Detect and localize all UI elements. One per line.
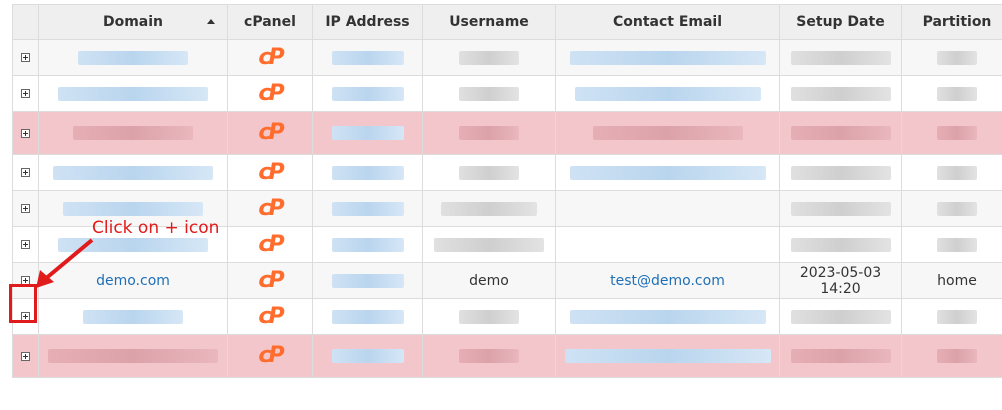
- blurred-partition: [937, 201, 977, 216]
- table-row-suspended: cP: [12, 111, 1002, 155]
- blurred-username: [441, 201, 537, 216]
- annotation-label: Click on + icon: [92, 218, 220, 238]
- blurred-username: [459, 349, 519, 363]
- blurred-setup-date: [790, 309, 891, 324]
- blurred-username: [459, 50, 519, 65]
- cpanel-icon[interactable]: cP: [258, 305, 284, 328]
- annotation-arrow-icon: [36, 238, 94, 288]
- blurred-email: [592, 126, 743, 140]
- blurred-setup-date: [790, 126, 891, 140]
- expand-plus-icon[interactable]: [21, 240, 30, 249]
- blurred-username: [459, 86, 519, 101]
- table-row-suspended: cP: [12, 334, 1002, 378]
- cpanel-icon[interactable]: cP: [258, 161, 284, 184]
- username-cell: demo: [422, 262, 556, 299]
- header-contact-email[interactable]: Contact Email: [555, 4, 780, 40]
- blurred-setup-date: [790, 165, 891, 180]
- expand-plus-icon[interactable]: [21, 89, 30, 98]
- blurred-domain: [73, 126, 193, 140]
- cpanel-icon[interactable]: cP: [258, 82, 284, 105]
- accounts-table: Domain cPanel IP Address Username Contac…: [12, 4, 1002, 378]
- empty-email-cell: [555, 226, 780, 263]
- table-row: cP: [12, 154, 1002, 191]
- contact-email-link[interactable]: test@demo.com: [610, 273, 725, 289]
- blurred-ip: [331, 309, 404, 324]
- blurred-domain: [83, 309, 183, 324]
- cpanel-icon[interactable]: cP: [258, 269, 284, 292]
- blurred-email: [569, 50, 766, 65]
- blurred-setup-date: [790, 349, 891, 363]
- blurred-partition: [937, 165, 977, 180]
- blurred-setup-date: [790, 50, 891, 65]
- blurred-partition: [937, 349, 977, 363]
- header-username[interactable]: Username: [422, 4, 556, 40]
- blurred-ip: [331, 86, 404, 101]
- table-row: cP: [12, 298, 1002, 335]
- blurred-setup-date: [790, 86, 891, 101]
- cpanel-icon[interactable]: cP: [258, 197, 284, 220]
- header-setup-date[interactable]: Setup Date: [779, 4, 902, 40]
- blurred-ip: [331, 126, 404, 140]
- blurred-email: [574, 86, 761, 101]
- blurred-email: [564, 349, 771, 363]
- blurred-domain: [63, 201, 203, 216]
- blurred-ip: [331, 201, 404, 216]
- blurred-email: [569, 309, 766, 324]
- blurred-ip: [331, 237, 404, 252]
- blurred-username: [459, 165, 519, 180]
- blurred-email: [569, 165, 766, 180]
- header-cpanel[interactable]: cPanel: [227, 4, 313, 40]
- header-expand: [12, 4, 39, 40]
- table-header-row: Domain cPanel IP Address Username Contac…: [12, 4, 1002, 40]
- partition-cell: home: [901, 262, 1002, 299]
- blurred-partition: [937, 86, 977, 101]
- blurred-domain: [53, 165, 213, 180]
- blurred-partition: [937, 237, 977, 252]
- blurred-username: [459, 309, 519, 324]
- blurred-partition: [937, 309, 977, 324]
- header-ip-address[interactable]: IP Address: [312, 4, 423, 40]
- setup-date-cell: 2023-05-03 14:20: [779, 262, 902, 299]
- blurred-ip: [331, 273, 404, 288]
- blurred-username: [459, 126, 519, 140]
- sort-ascending-icon[interactable]: [207, 19, 215, 24]
- cpanel-icon[interactable]: cP: [258, 345, 284, 367]
- expand-plus-icon[interactable]: [21, 204, 30, 213]
- blurred-partition: [937, 50, 977, 65]
- expand-plus-icon[interactable]: [21, 168, 30, 177]
- blurred-setup-date: [790, 237, 891, 252]
- blurred-ip: [331, 165, 404, 180]
- blurred-domain: [78, 50, 188, 65]
- expand-plus-icon[interactable]: [21, 351, 30, 361]
- table-row: cP: [12, 39, 1002, 76]
- expand-plus-icon[interactable]: [21, 53, 30, 62]
- annotation-highlight-box: [9, 284, 37, 323]
- header-partition[interactable]: Partition: [901, 4, 1002, 40]
- cpanel-icon[interactable]: cP: [258, 122, 284, 144]
- table-row: cP: [12, 75, 1002, 112]
- blurred-partition: [937, 126, 977, 140]
- table-row-demo: demo.com cP demo test@demo.com 2023-05-0…: [12, 262, 1002, 299]
- blurred-ip: [331, 349, 404, 363]
- blurred-setup-date: [790, 201, 891, 216]
- domain-link[interactable]: demo.com: [96, 273, 170, 289]
- blurred-ip: [331, 50, 404, 65]
- blurred-username: [434, 237, 544, 252]
- blurred-domain: [48, 349, 218, 363]
- cpanel-icon[interactable]: cP: [258, 46, 284, 69]
- empty-email-cell: [555, 190, 780, 227]
- blurred-domain: [58, 86, 208, 101]
- cpanel-icon[interactable]: cP: [258, 233, 284, 256]
- header-domain[interactable]: Domain: [38, 4, 228, 40]
- expand-plus-icon[interactable]: [21, 128, 30, 138]
